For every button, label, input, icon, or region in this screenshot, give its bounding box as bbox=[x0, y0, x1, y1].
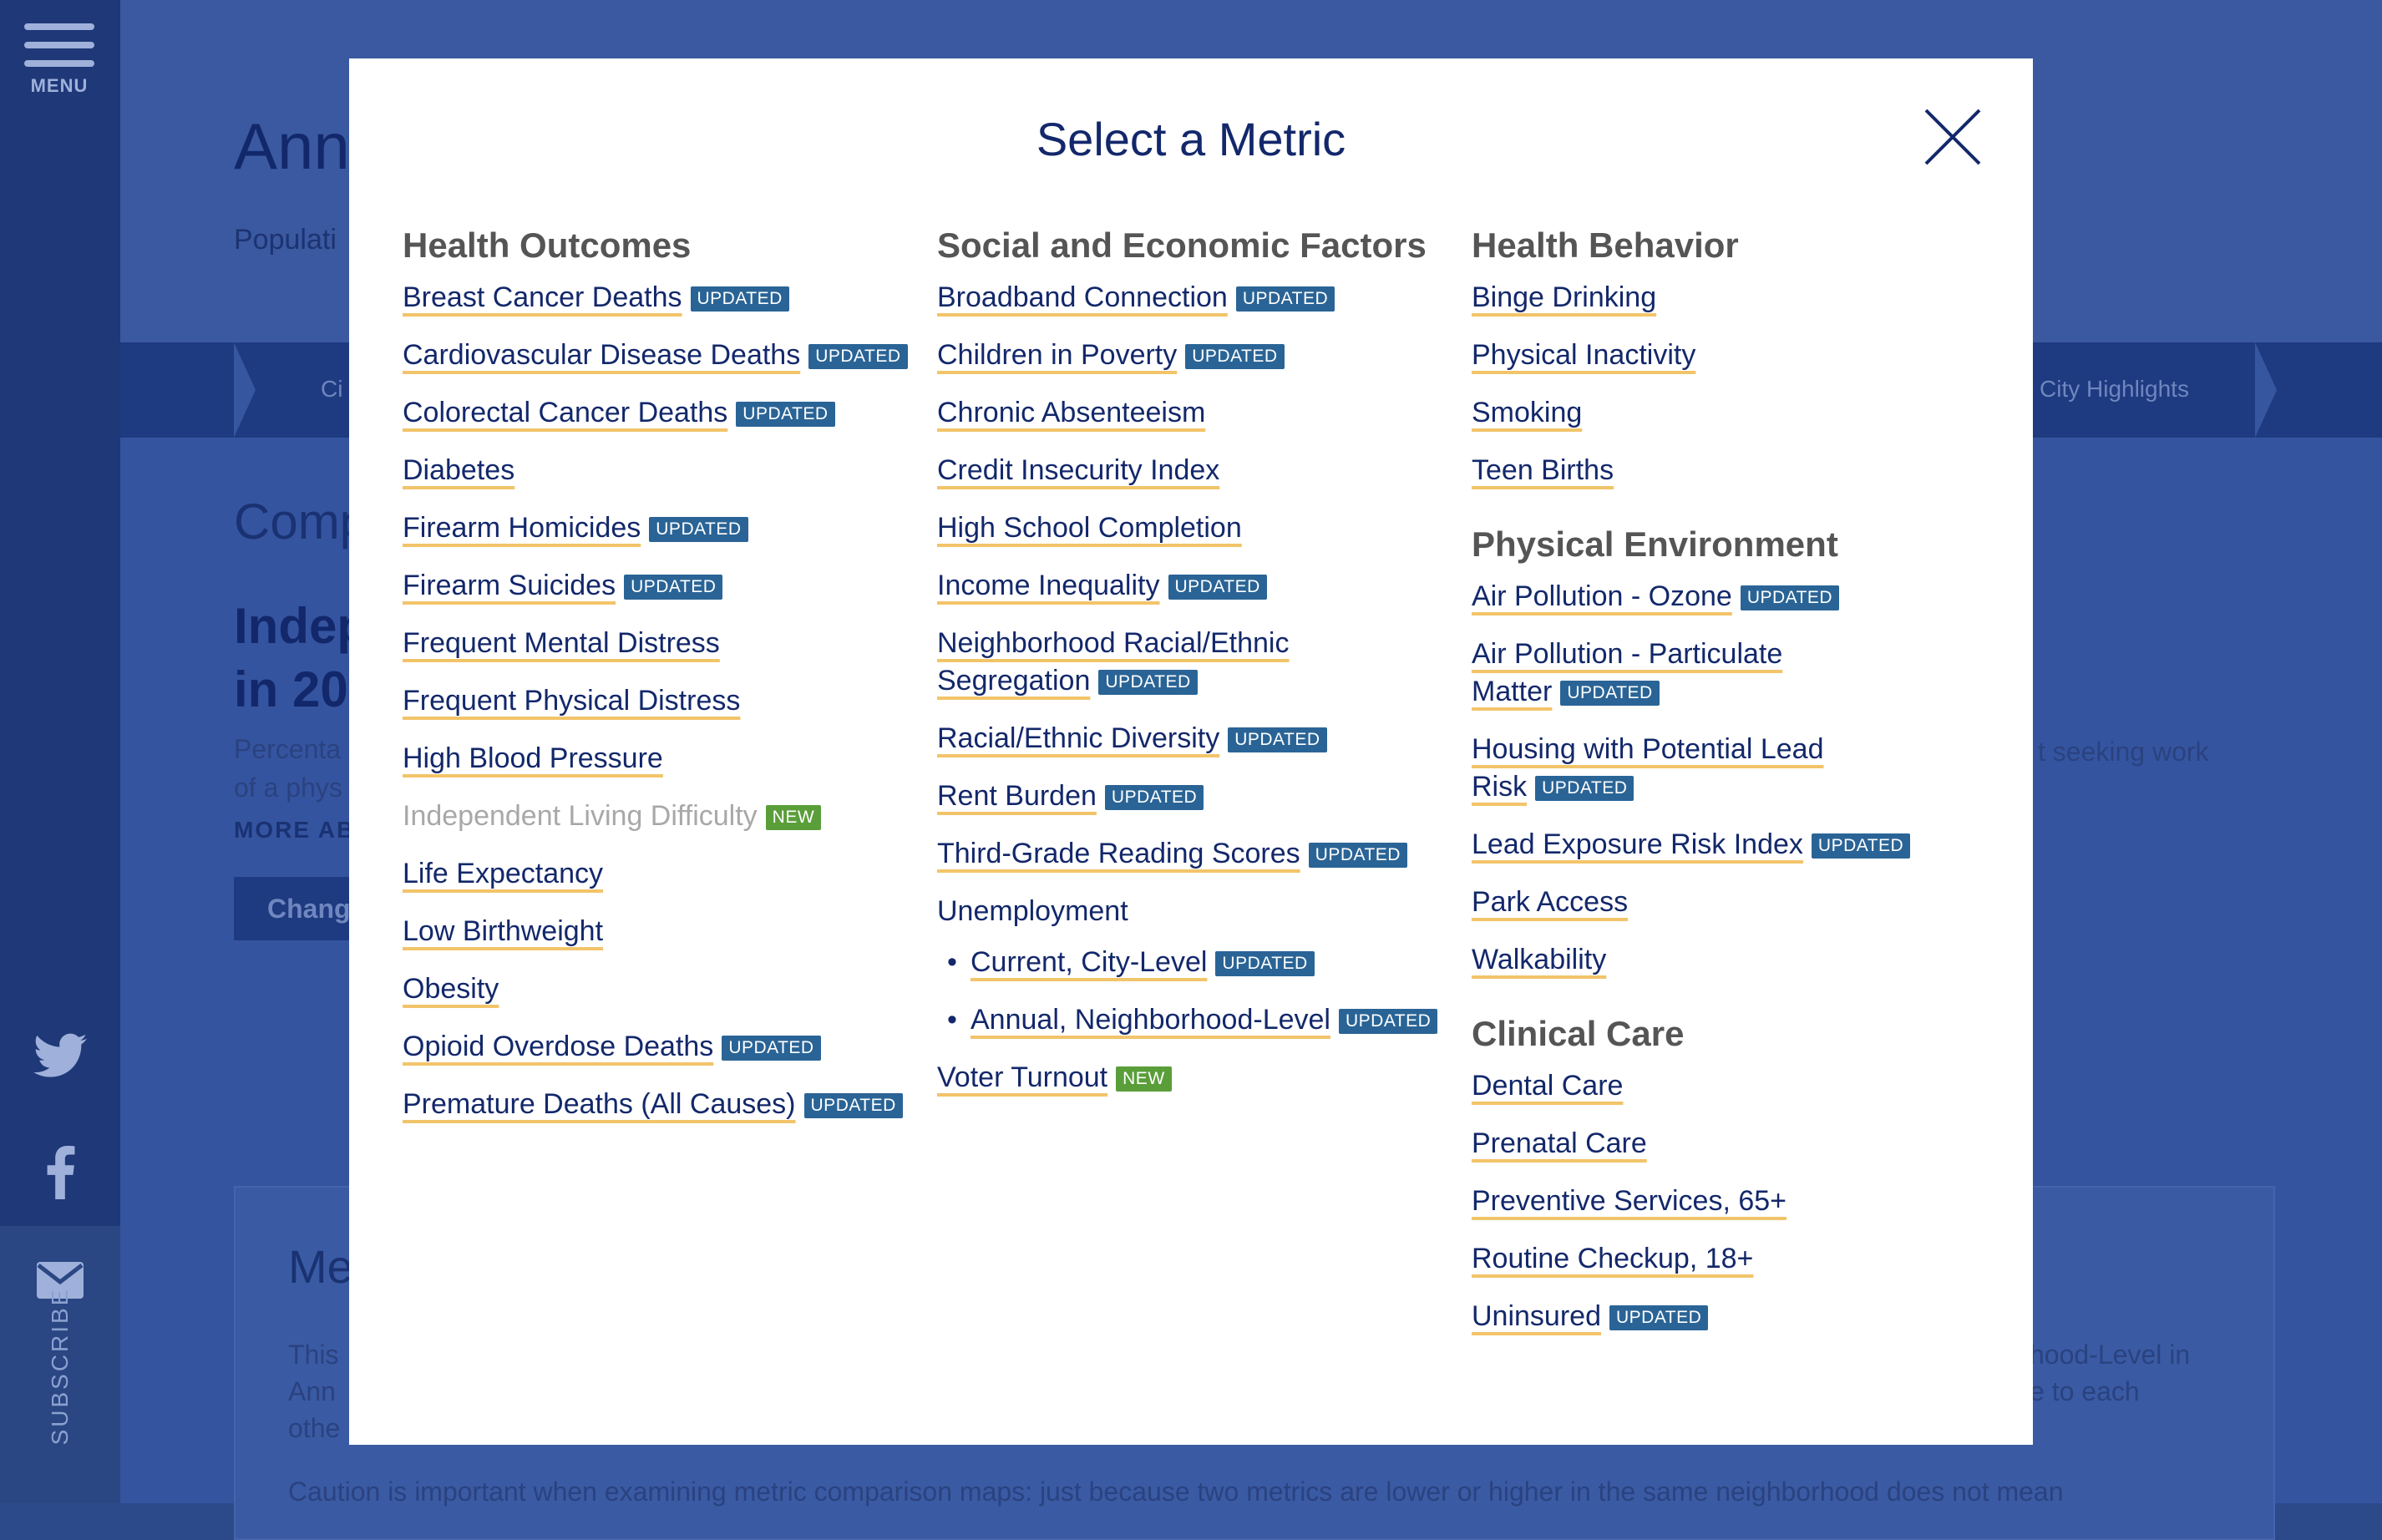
updated-badge: UPDATED bbox=[1609, 1305, 1709, 1330]
metric-item[interactable]: Binge Drinking bbox=[1472, 279, 1910, 317]
category-heading: Health Behavior bbox=[1472, 225, 1739, 265]
metric-item[interactable]: High School Completion bbox=[937, 509, 1437, 547]
updated-badge: UPDATED bbox=[649, 517, 748, 542]
menu-label: MENU bbox=[30, 75, 89, 96]
metric-item[interactable]: Breast Cancer Deaths UPDATED bbox=[403, 279, 908, 317]
metric-item[interactable]: Voter Turnout NEW bbox=[937, 1059, 1437, 1097]
facebook-icon[interactable] bbox=[30, 1146, 90, 1206]
info-card-text-right: hood-Level in e to each bbox=[2030, 1340, 2191, 1406]
metric-item[interactable]: Annual, Neighborhood-LevelUPDATED bbox=[937, 1001, 1438, 1039]
metric-item[interactable]: Cardiovascular Disease Deaths UPDATED bbox=[403, 337, 908, 374]
metric-description: Percenta of a phys bbox=[234, 734, 342, 803]
updated-badge: UPDATED bbox=[1228, 727, 1327, 752]
new-badge: NEW bbox=[1116, 1066, 1172, 1092]
updated-badge: UPDATED bbox=[808, 344, 908, 369]
metric-modal: Select a Metric Health Outcomes Breast C… bbox=[349, 58, 2033, 1445]
metric-item[interactable]: Dental Care bbox=[1472, 1067, 1910, 1105]
metric-item-disabled: Independent Living Difficulty NEW bbox=[403, 798, 908, 835]
metric-item[interactable]: Credit Insecurity Index bbox=[937, 452, 1437, 489]
metric-item[interactable]: Income Inequality UPDATED bbox=[937, 567, 1437, 605]
updated-badge: UPDATED bbox=[803, 1093, 903, 1118]
metric-item[interactable]: Third-Grade Reading Scores UPDATED bbox=[937, 835, 1437, 873]
page-title: Ann bbox=[234, 109, 350, 183]
info-card-text: This Ann othe bbox=[288, 1340, 341, 1443]
metric-item[interactable]: Air Pollution - Particulate Matter UPDATED bbox=[1472, 636, 1910, 711]
close-icon[interactable] bbox=[1919, 104, 1986, 170]
category-heading: Clinical Care bbox=[1472, 1014, 1685, 1053]
nav-item-city[interactable]: Ci bbox=[321, 376, 342, 403]
metric-item[interactable]: Smoking bbox=[1472, 394, 1910, 432]
metric-item[interactable]: Rent Burden UPDATED bbox=[937, 778, 1437, 815]
category-heading: Health Outcomes bbox=[403, 225, 692, 265]
metric-item[interactable]: Chronic Absenteeism bbox=[937, 394, 1437, 432]
metric-item[interactable]: Low Birthweight bbox=[403, 913, 908, 950]
metric-heading: Indep in 20 bbox=[234, 598, 367, 717]
hamburger-icon bbox=[24, 23, 94, 30]
updated-badge: UPDATED bbox=[1811, 833, 1911, 859]
updated-badge: UPDATED bbox=[736, 402, 835, 427]
updated-badge: UPDATED bbox=[1168, 575, 1267, 600]
metric-item[interactable]: Life Expectancy bbox=[403, 855, 908, 893]
metric-item[interactable]: Racial/Ethnic Diversity UPDATED bbox=[937, 720, 1437, 757]
menu-button[interactable]: MENU bbox=[23, 23, 95, 97]
updated-badge: UPDATED bbox=[1535, 776, 1634, 801]
section-heading: Comp bbox=[234, 494, 368, 550]
category-heading: Social and Economic Factors bbox=[937, 225, 1427, 265]
metric-item[interactable]: High Blood Pressure bbox=[403, 740, 908, 778]
metric-item[interactable]: Lead Exposure Risk Index UPDATED bbox=[1472, 826, 1911, 864]
subscribe-label[interactable]: SUBSCRIBE bbox=[47, 1288, 73, 1446]
updated-badge: UPDATED bbox=[624, 575, 723, 600]
metric-item[interactable]: Frequent Physical Distress bbox=[403, 682, 908, 720]
updated-badge: UPDATED bbox=[1560, 681, 1660, 706]
updated-badge: UPDATED bbox=[1740, 585, 1840, 610]
metric-item[interactable]: Current, City-LevelUPDATED bbox=[937, 944, 1437, 981]
updated-badge: UPDATED bbox=[1104, 785, 1204, 810]
caution-text: Caution is important when examining metr… bbox=[288, 1477, 2064, 1507]
updated-badge: UPDATED bbox=[1338, 1009, 1438, 1034]
metric-item[interactable]: Preventive Services, 65+ bbox=[1472, 1183, 1910, 1220]
updated-badge: UPDATED bbox=[1215, 951, 1315, 976]
column-social-economic: Social and Economic Factors Broadband Co… bbox=[937, 224, 1438, 1117]
modal-title: Select a Metric bbox=[1036, 113, 1346, 165]
updated-badge: UPDATED bbox=[1235, 286, 1335, 312]
unemployment-heading: Unemployment bbox=[937, 895, 1128, 927]
column-health-outcomes: Health Outcomes Breast Cancer Deaths UPDA… bbox=[403, 224, 908, 1143]
metric-item[interactable]: Firearm Suicides UPDATED bbox=[403, 567, 908, 605]
page-subtitle: Populati bbox=[234, 224, 337, 256]
metric-item[interactable]: Children in Poverty UPDATED bbox=[937, 337, 1437, 374]
metric-item[interactable]: Firearm Homicides UPDATED bbox=[403, 509, 908, 547]
metric-item[interactable]: Opioid Overdose Deaths UPDATED bbox=[403, 1028, 908, 1066]
metric-item[interactable]: Uninsured UPDATED bbox=[1472, 1298, 1910, 1335]
info-card-heading: Me bbox=[288, 1240, 353, 1293]
metric-item[interactable]: Frequent Mental Distress bbox=[403, 625, 908, 662]
metric-item[interactable]: Air Pollution - Ozone UPDATED bbox=[1472, 578, 1910, 615]
updated-badge: UPDATED bbox=[1098, 670, 1198, 695]
category-heading: Physical Environment bbox=[1472, 524, 1838, 564]
updated-badge: UPDATED bbox=[1185, 344, 1285, 369]
metric-item[interactable]: Routine Checkup, 18+ bbox=[1472, 1240, 1910, 1278]
metric-item[interactable]: Teen Births bbox=[1472, 452, 1910, 489]
more-about-link[interactable]: MORE AB bbox=[234, 817, 355, 843]
metric-item[interactable]: Diabetes bbox=[403, 452, 908, 489]
nav-item-city-highlights[interactable]: City Highlights bbox=[2040, 376, 2189, 403]
column-behavior-environment-care: Health Behavior Binge Drinking Physical … bbox=[1472, 224, 1911, 1355]
updated-badge: UPDATED bbox=[690, 286, 789, 312]
metric-item[interactable]: Neighborhood Racial/Ethnic Segregation UPD… bbox=[937, 625, 1437, 700]
metric-item[interactable]: Physical Inactivity bbox=[1472, 337, 1910, 374]
new-badge: NEW bbox=[765, 805, 822, 830]
metric-description-right: t seeking work bbox=[2038, 737, 2209, 767]
metric-item[interactable]: Prenatal Care bbox=[1472, 1125, 1910, 1163]
metric-item[interactable]: Premature Deaths (All Causes) UPDATED bbox=[403, 1086, 908, 1123]
metric-item[interactable]: Obesity bbox=[403, 970, 908, 1008]
metric-item[interactable]: Walkability bbox=[1472, 941, 1910, 979]
twitter-icon[interactable] bbox=[30, 1032, 90, 1092]
metric-item[interactable]: Housing with Potential Lead Risk UPDATED bbox=[1472, 731, 1910, 806]
updated-badge: UPDATED bbox=[1308, 843, 1407, 868]
updated-badge: UPDATED bbox=[722, 1036, 821, 1061]
metric-item[interactable]: Broadband Connection UPDATED bbox=[937, 279, 1437, 317]
metric-item[interactable]: Park Access bbox=[1472, 884, 1910, 921]
metric-item[interactable]: Colorectal Cancer Deaths UPDATED bbox=[403, 394, 908, 432]
